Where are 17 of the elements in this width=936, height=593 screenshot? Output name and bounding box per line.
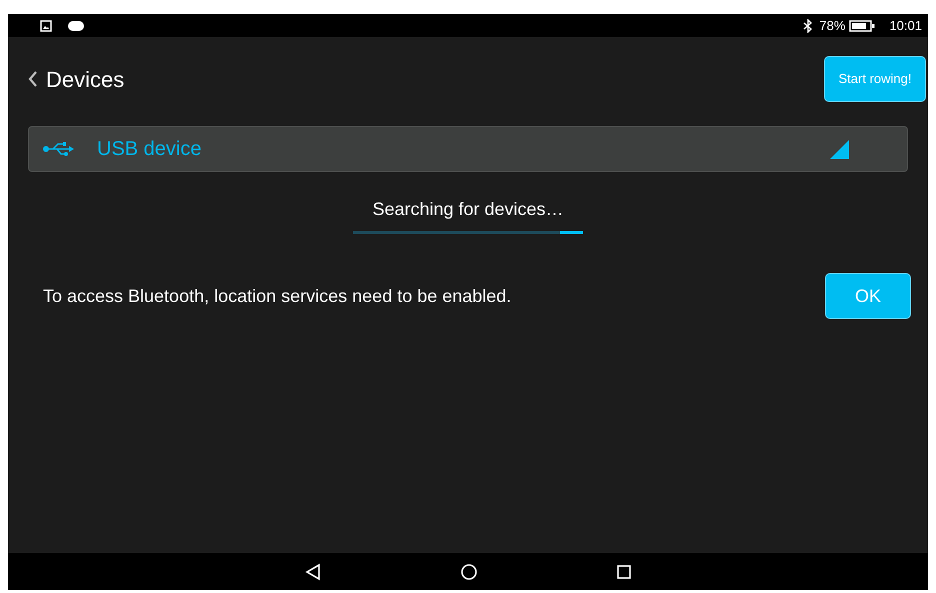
bluetooth-icon [803, 18, 814, 32]
dropdown-triangle-icon [830, 140, 849, 158]
dropdown-value: USB device [97, 137, 202, 162]
home-nav-icon[interactable] [460, 562, 478, 580]
usb-icon [43, 141, 75, 157]
recents-nav-icon[interactable] [616, 564, 632, 580]
back-nav-icon[interactable] [304, 562, 322, 580]
notification-icon [68, 20, 84, 30]
battery-percentage: 78% [819, 16, 846, 35]
picture-notification-icon [40, 20, 52, 32]
searching-status-text: Searching for devices… [372, 198, 564, 220]
back-button[interactable]: Devices [28, 62, 124, 96]
clock-time: 10:01 [889, 16, 922, 35]
location-services-message: To access Bluetooth, location services need to be enabled. [43, 284, 512, 308]
battery-icon [849, 20, 876, 32]
chevron-left-icon [28, 70, 38, 88]
device-dropdown[interactable]: USB device [28, 126, 908, 172]
